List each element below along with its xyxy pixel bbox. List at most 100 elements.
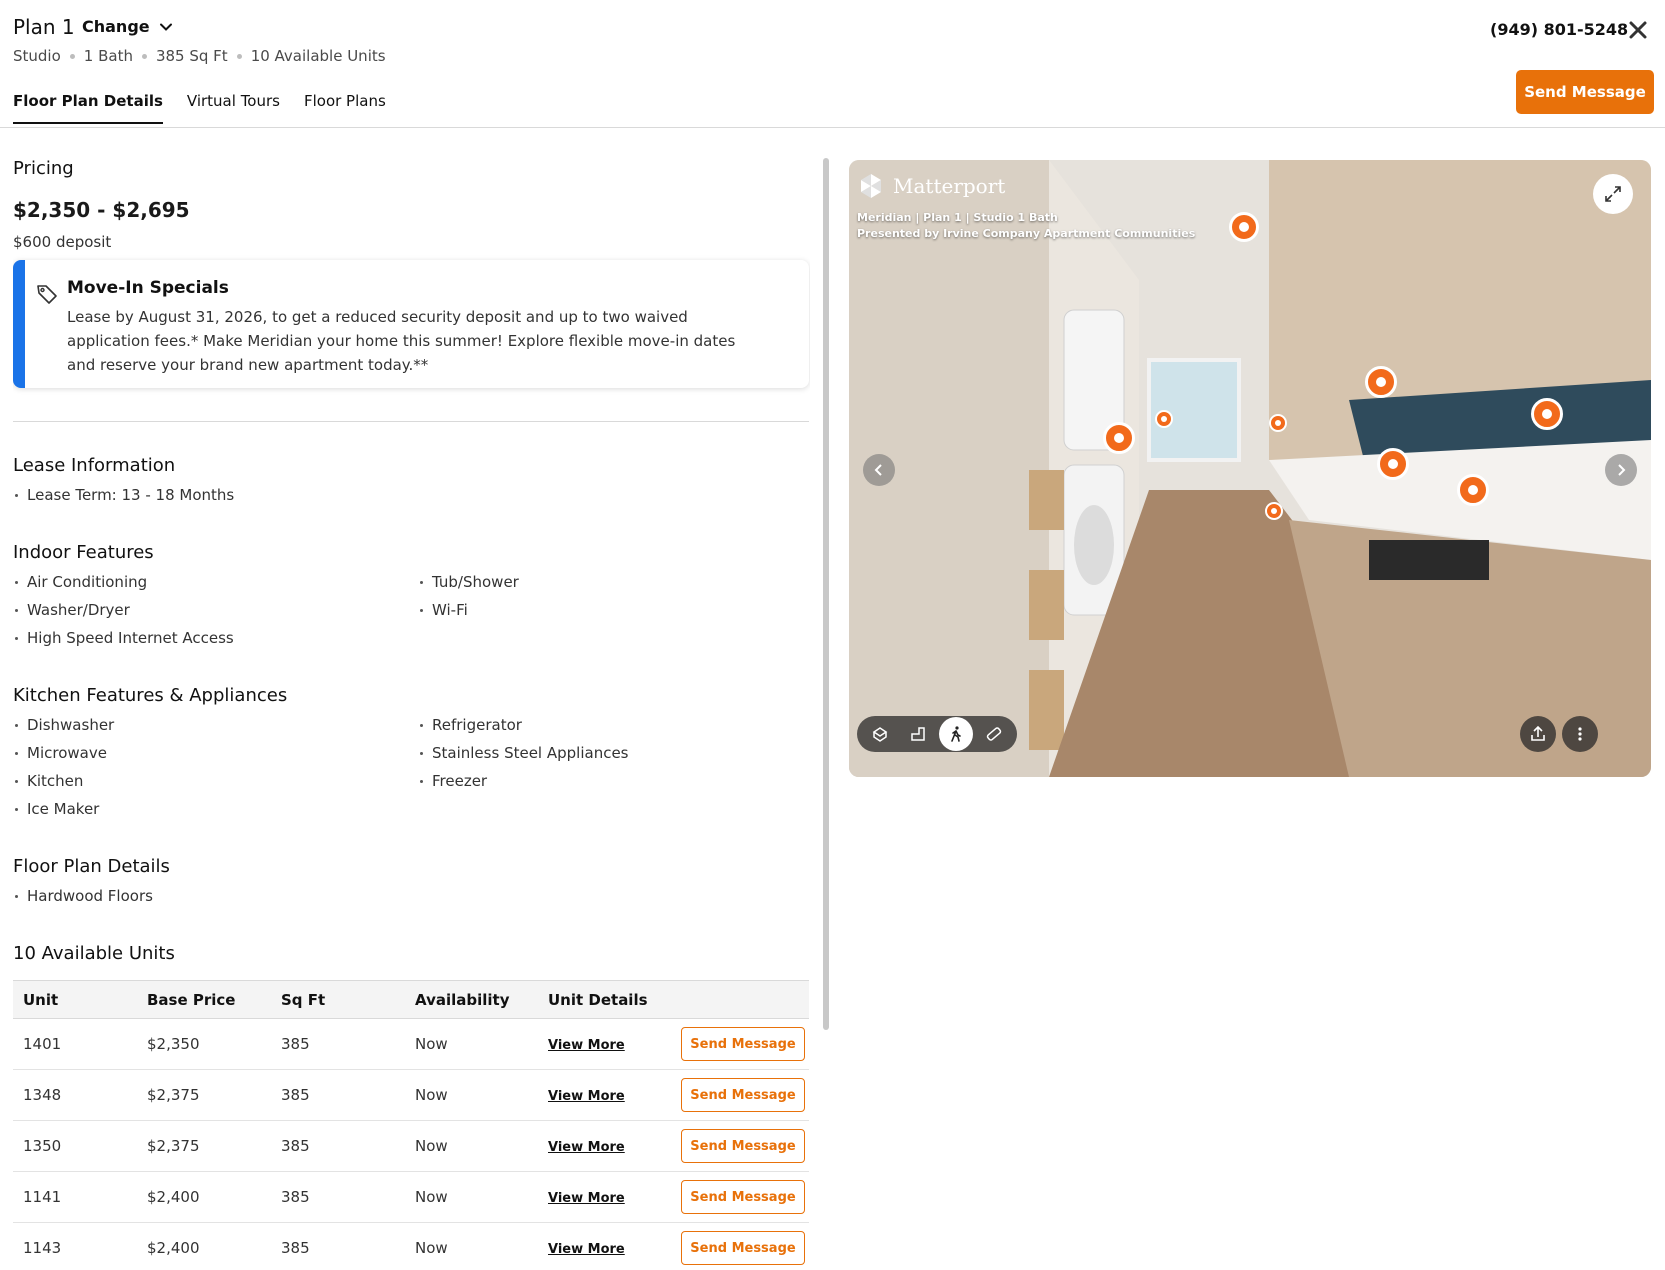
fullscreen-button[interactable]	[1593, 174, 1633, 214]
tab-floor-plan-details[interactable]: Floor Plan Details	[13, 92, 163, 124]
view-more-link[interactable]: View More	[548, 1089, 625, 1104]
indoor-features-title: Indoor Features	[13, 542, 154, 563]
row-send-message-button[interactable]: Send Message	[681, 1027, 805, 1061]
hotspot-dot	[1275, 420, 1281, 426]
hotspot-dot	[1114, 433, 1124, 443]
tour-toolbar	[857, 716, 1017, 752]
specials-text: Lease by August 31, 2026, to get a reduc…	[67, 308, 736, 374]
tour-hotspot[interactable]	[1265, 502, 1283, 520]
unit-price: $2,400	[137, 1171, 271, 1223]
unit-availability: Now	[405, 1018, 538, 1070]
tour-caption-line1: Meridian | Plan 1 | Studio 1 Bath	[857, 211, 1058, 224]
units-table: Unit Base Price Sq Ft Availability Unit …	[13, 980, 809, 1270]
details-panel: Pricing $2,350 - $2,695 $600 deposit Mov…	[13, 128, 810, 1270]
plan-type: Studio	[13, 47, 61, 65]
unit-sqft: 385	[271, 1222, 405, 1270]
view-more-link[interactable]: View More	[548, 1140, 625, 1155]
row-send-message-button[interactable]: Send Message	[681, 1180, 805, 1214]
available-units-title: 10 Available Units	[13, 943, 175, 964]
list-item: Freezer	[418, 767, 629, 795]
phone-link[interactable]: (949) 801-5248	[1490, 20, 1628, 39]
list-item: Dishwasher	[13, 711, 114, 739]
walking-person-icon	[951, 726, 961, 742]
section-divider	[13, 421, 809, 422]
tour-caption-line2: Presented by Irvine Company Apartment Co…	[857, 227, 1196, 240]
unit-price: $2,375	[137, 1069, 271, 1121]
share-button[interactable]	[1520, 716, 1556, 752]
col-sqft: Sq Ft	[271, 980, 405, 1019]
pricing-title: Pricing	[13, 158, 74, 179]
view-more-link[interactable]: View More	[548, 1191, 625, 1206]
hotspot-dot	[1376, 377, 1386, 387]
plan-title: Plan 1	[13, 15, 75, 39]
details-scrollbar[interactable]	[823, 158, 829, 1030]
indoor-features-col2: Tub/Shower Wi-Fi	[418, 568, 519, 624]
tab-bar: Floor Plan Details Virtual Tours Floor P…	[13, 92, 386, 124]
tour-hotspot[interactable]	[1269, 414, 1287, 432]
tab-virtual-tours[interactable]: Virtual Tours	[187, 92, 280, 124]
change-label: Change	[82, 17, 150, 36]
tour-hotspot[interactable]	[1531, 398, 1563, 430]
dollhouse-view-button[interactable]	[863, 717, 897, 751]
tour-caption: Meridian | Plan 1 | Studio 1 Bath Presen…	[857, 210, 1195, 242]
tour-hotspot[interactable]	[1457, 474, 1489, 506]
col-base-price: Base Price	[137, 980, 271, 1019]
send-message-button[interactable]: Send Message	[1516, 70, 1654, 114]
table-row: 1350 $2,375 385 Now View More Send Messa…	[13, 1120, 809, 1172]
measure-tool-button[interactable]	[977, 717, 1011, 751]
plan-available-units: 10 Available Units	[250, 47, 386, 65]
row-send-message-button[interactable]: Send Message	[681, 1231, 805, 1265]
floorplan-view-button[interactable]	[901, 717, 935, 751]
view-more-link[interactable]: View More	[548, 1038, 625, 1053]
kitchen-features-col2: Refrigerator Stainless Steel Appliances …	[418, 711, 629, 795]
unit-price: $2,350	[137, 1018, 271, 1070]
deposit-amount: $600 deposit	[13, 233, 112, 251]
lease-list: Lease Term: 13 - 18 Months	[13, 481, 234, 509]
walkthrough-view-button[interactable]	[939, 717, 973, 751]
lease-title: Lease Information	[13, 455, 176, 476]
change-plan-button[interactable]: Change	[82, 17, 174, 36]
list-item: Wi-Fi	[418, 596, 519, 624]
unit-number: 1141	[13, 1171, 137, 1223]
tour-hotspot[interactable]	[1365, 366, 1397, 398]
list-item: Kitchen	[13, 767, 114, 795]
tour-prev-button[interactable]	[863, 454, 895, 486]
view-more-link[interactable]: View More	[548, 1242, 625, 1257]
kitchen-features-col1: Dishwasher Microwave Kitchen Ice Maker	[13, 711, 114, 823]
chevron-right-icon	[1618, 464, 1626, 476]
virtual-tour-viewer[interactable]: Matterport Meridian | Plan 1 | Studio 1 …	[849, 160, 1651, 777]
hotspot-dot	[1542, 409, 1552, 419]
specials-title: Move-In Specials	[67, 278, 229, 298]
list-item: Washer/Dryer	[13, 596, 234, 624]
col-availability: Availability	[405, 980, 538, 1019]
tour-scene-image	[849, 160, 1651, 777]
unit-number: 1350	[13, 1120, 137, 1172]
tour-hotspot[interactable]	[1103, 422, 1135, 454]
hotspot-dot	[1468, 485, 1478, 495]
list-item: Ice Maker	[13, 795, 114, 823]
expand-icon	[1605, 186, 1621, 202]
more-options-button[interactable]	[1562, 716, 1598, 752]
hotspot-dot	[1388, 459, 1398, 469]
list-item: High Speed Internet Access	[13, 624, 234, 652]
unit-sqft: 385	[271, 1120, 405, 1172]
tour-hotspot[interactable]	[1155, 410, 1173, 428]
tour-hotspot[interactable]	[1229, 212, 1259, 242]
close-icon[interactable]	[1626, 18, 1650, 42]
unit-availability: Now	[405, 1222, 538, 1270]
chevron-left-icon	[874, 464, 882, 476]
unit-price: $2,375	[137, 1120, 271, 1172]
row-send-message-button[interactable]: Send Message	[681, 1078, 805, 1112]
separator-dot	[236, 53, 242, 59]
row-send-message-button[interactable]: Send Message	[681, 1129, 805, 1163]
tour-hotspot[interactable]	[1377, 448, 1409, 480]
table-header-row: Unit Base Price Sq Ft Availability Unit …	[13, 980, 809, 1019]
share-icon	[1531, 725, 1545, 741]
table-row: 1348 $2,375 385 Now View More Send Messa…	[13, 1069, 809, 1121]
list-item: Microwave	[13, 739, 114, 767]
tour-next-button[interactable]	[1605, 454, 1637, 486]
unit-availability: Now	[405, 1069, 538, 1121]
floor-plan-details-list: Hardwood Floors	[13, 882, 153, 910]
col-actions	[671, 980, 809, 1019]
tab-floor-plans[interactable]: Floor Plans	[304, 92, 386, 124]
